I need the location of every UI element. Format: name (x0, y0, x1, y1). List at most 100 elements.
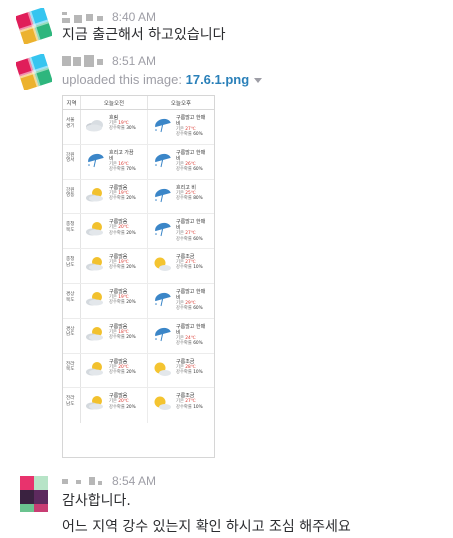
upload-prefix: uploaded this image: (62, 72, 182, 87)
forecast-cell-afternoon: 구름많고 한때 비 기온 24℃ 강수확률 60% (148, 319, 214, 353)
table-row: 충청 남도 구름많음 기온 19℃ 강수확률 20% 구름조금 기온 27℃ 강수확률 10… (63, 249, 214, 284)
temperature-value: 20℃ (118, 364, 129, 370)
temperature-value: 19℃ (118, 190, 129, 196)
table-row: 전라 북도 구름많음 기온 20℃ 강수확률 20% 구름조금 기온 28℃ 강수확률 10… (63, 353, 214, 389)
umbrella-icon (151, 291, 173, 307)
region-label: 강원 영동 (63, 179, 81, 214)
rain-probability: 강수확률 20% (109, 196, 147, 201)
chevron-down-icon[interactable] (254, 78, 263, 84)
forecast-cell-afternoon: 구름많고 한때 비 기온 27℃ 강수확률 60% (148, 214, 214, 248)
rain-label: 강수확률 (176, 236, 192, 242)
rain-value: 30% (126, 126, 136, 132)
rain-value: 60% (193, 167, 203, 173)
image-attachment[interactable]: 지역 오늘오전 오늘오후 서울 경기 흐림 기온 19℃ 강수확률 30% 구름많고 한… (62, 95, 215, 458)
rain-probability: 강수확률 10% (176, 265, 214, 270)
partly-cloudy-icon (84, 256, 106, 272)
rain-value: 20% (126, 230, 136, 236)
timestamp[interactable]: 8:40 AM (112, 10, 156, 24)
weather-condition: 구름많고 한때 비 (176, 323, 206, 336)
timestamp[interactable]: 8:51 AM (112, 54, 156, 68)
rain-label: 강수확률 (176, 195, 192, 201)
rain-probability: 강수확률 60% (176, 341, 214, 346)
partly-sunny-icon (151, 361, 173, 377)
table-row: 경상 북도 구름많음 기온 19℃ 강수확률 20% 구름많고 한때 비 기온 29℃ 강수… (63, 283, 214, 319)
region-label: 전라 북도 (63, 353, 81, 388)
umbrella-icon (151, 187, 173, 203)
avatar[interactable] (16, 54, 52, 90)
table-row: 강원 영서 흐리고 가끔 비 기온 16℃ 강수확률 70% 구름많고 한때 비 기온 2… (63, 144, 214, 180)
rain-value: 70% (126, 167, 136, 173)
temperature-label: 기온 (109, 399, 117, 405)
file-name-link[interactable]: 17.6.1.png (186, 72, 250, 87)
forecast-cell-afternoon: 구름조금 기온 27℃ 강수확률 10% (148, 388, 214, 423)
rain-value: 20% (126, 265, 136, 271)
forecast-cell-afternoon: 구름많고 한때 비 기온 26℃ 강수확률 60% (148, 145, 214, 179)
slack-logo-icon (16, 54, 52, 90)
rain-probability: 강수확률 20% (109, 370, 147, 375)
forecast-cell-morning: 구름많음 기온 19℃ 강수확률 20% (81, 249, 148, 283)
rain-value: 60% (193, 132, 203, 138)
weather-condition: 구름많고 한때 비 (176, 219, 206, 232)
rain-label: 강수확률 (176, 404, 192, 410)
rain-probability: 강수확률 60% (176, 237, 214, 242)
region-label: 전라 남도 (63, 388, 81, 424)
rain-value: 20% (126, 335, 136, 341)
header-morning: 오늘오전 (81, 96, 148, 109)
rain-probability: 강수확률 10% (176, 370, 214, 375)
weather-condition: 구름많고 한때 비 (176, 115, 206, 127)
message-text: 지금 출근해서 하고있습니다 (62, 27, 226, 43)
rain-value: 10% (193, 404, 203, 410)
rain-value: 20% (126, 404, 136, 410)
avatar[interactable] (16, 476, 52, 512)
header-afternoon: 오늘오후 (170, 100, 192, 107)
region-label: 강원 영서 (63, 144, 81, 179)
forecast-cell-morning: 구름많음 기온 20℃ 강수확률 20% (81, 214, 148, 249)
forecast-cell-morning: 구름많음 기온 18℃ 강수확률 20% (81, 318, 148, 353)
sender-name-redacted[interactable] (62, 474, 106, 488)
rain-value: 10% (193, 369, 203, 375)
rain-value: 60% (193, 341, 203, 347)
table-header: 지역 오늘오전 오늘오후 (63, 96, 214, 110)
partly-cloudy-icon (84, 395, 106, 411)
rain-label: 강수확률 (109, 369, 125, 375)
message-text-line-1: 감사합니다. (62, 493, 131, 509)
forecast-cell-afternoon: 구름조금 기온 28℃ 강수확률 10% (148, 354, 214, 388)
region-label: 서울 경기 (63, 110, 81, 144)
table-row: 서울 경기 흐림 기온 19℃ 강수확률 30% 구름많고 한때 비 기온 27℃ 강수확률… (63, 110, 214, 145)
region-label: 충청 남도 (63, 249, 81, 283)
forecast-cell-afternoon: 구름많고 한때 비 기온 29℃ 강수확률 60% (148, 284, 214, 318)
forecast-cell-morning: 구름많음 기온 19℃ 강수확률 20% (81, 283, 148, 318)
forecast-cell-morning: 구름많음 기온 20℃ 강수확률 20% (81, 353, 148, 388)
rain-probability: 강수확률 20% (109, 265, 147, 270)
region-label: 경상 북도 (63, 283, 81, 318)
rain-label: 강수확률 (176, 306, 192, 312)
temperature-value: 20℃ (118, 225, 129, 231)
rain-label: 강수확률 (176, 167, 192, 173)
rain-label: 강수확률 (176, 341, 192, 347)
temperature-label: 기온 (176, 364, 184, 370)
table-row: 충청 북도 구름많음 기온 20℃ 강수확률 20% 구름많고 한때 비 기온 27℃ 강수… (63, 214, 214, 250)
slack-logo-icon (16, 8, 52, 44)
rain-value: 20% (126, 300, 136, 306)
rain-probability: 강수확률 10% (176, 405, 214, 410)
rain-value: 10% (193, 265, 203, 271)
timestamp[interactable]: 8:54 AM (112, 474, 156, 488)
forecast-cell-morning: 흐림 기온 19℃ 강수확률 30% (81, 110, 148, 144)
rain-probability: 강수확률 20% (109, 300, 147, 305)
temperature-value: 27℃ (185, 399, 196, 405)
sender-name-redacted[interactable] (62, 10, 106, 24)
temperature-value: 25℃ (185, 190, 196, 196)
temperature-value: 20℃ (118, 399, 129, 405)
rain-probability: 강수확률 60% (176, 306, 214, 311)
temperature-value: 28℃ (185, 364, 196, 370)
sender-name-redacted[interactable] (62, 54, 106, 68)
umbrella-icon (151, 152, 173, 168)
temperature-label: 기온 (176, 231, 184, 237)
rain-label: 강수확률 (109, 404, 125, 410)
forecast-cell-morning: 구름많음 기온 19℃ 강수확률 20% (81, 179, 148, 214)
avatar[interactable] (16, 8, 52, 44)
message-text-line-2: 어느 지역 강수 있는지 확인 하시고 조심 해주세요 (62, 519, 351, 535)
partly-cloudy-icon (84, 221, 106, 237)
rain-probability: 강수확률 60% (176, 167, 214, 172)
rain-value: 60% (193, 306, 203, 312)
